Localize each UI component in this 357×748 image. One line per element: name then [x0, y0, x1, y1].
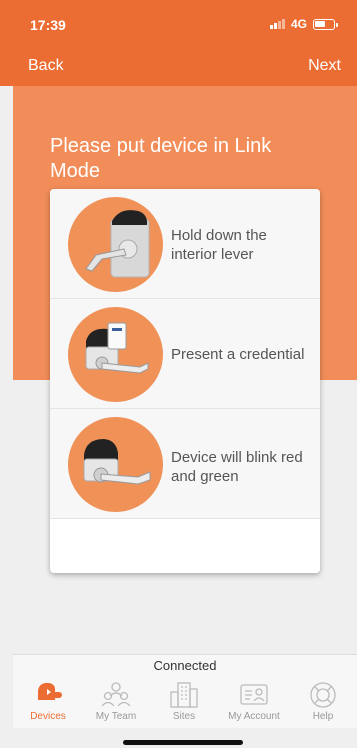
- step-item-blink: Device will blink red and green: [50, 409, 320, 519]
- status-bar: 17:39 4G: [0, 0, 357, 46]
- blink-lock-icon: [68, 417, 163, 512]
- tab-devices[interactable]: Devices: [13, 676, 83, 728]
- next-button[interactable]: Next: [308, 57, 341, 75]
- tab-my-team[interactable]: My Team: [83, 676, 149, 728]
- battery-icon: [313, 18, 338, 30]
- help-icon: [308, 680, 338, 715]
- page-title: Please put device in Link Mode: [50, 135, 272, 182]
- instructions-card: Hold down the interior lever Present a c…: [50, 189, 320, 573]
- back-button[interactable]: Back: [28, 57, 64, 75]
- lever-lock-icon: [68, 197, 163, 292]
- step-text: Device will blink red and green: [171, 449, 303, 485]
- tab-label: Sites: [172, 711, 196, 722]
- tab-bar: Devices My Team Sites My Account Help: [13, 676, 357, 728]
- devices-icon: [34, 680, 62, 711]
- sites-icon: [168, 680, 200, 713]
- credential-lock-icon: [68, 307, 163, 402]
- tab-label: My Account: [228, 711, 280, 722]
- tab-sites[interactable]: Sites: [149, 676, 219, 728]
- network-label: 4G: [290, 17, 307, 31]
- team-icon: [100, 680, 132, 713]
- step-text: Present a credential: [171, 346, 305, 363]
- status-indicators: 4G: [269, 17, 338, 31]
- status-time: 17:39: [30, 17, 66, 33]
- step-text: Hold down the interior lever: [171, 227, 267, 263]
- tab-label: Help: [312, 711, 334, 722]
- step-item-present-credential: Present a credential: [50, 299, 320, 409]
- step-item-hold-lever: Hold down the interior lever: [50, 189, 320, 299]
- tab-label: My Team: [95, 711, 137, 722]
- connection-status: Connected: [13, 654, 357, 676]
- tab-my-account[interactable]: My Account: [219, 676, 289, 728]
- home-indicator: [123, 740, 243, 745]
- tab-help[interactable]: Help: [289, 676, 357, 728]
- signal-icon: [269, 19, 285, 29]
- navigation-bar: Back Next: [0, 46, 357, 86]
- tab-label: Devices: [30, 711, 66, 722]
- account-icon: [238, 680, 270, 713]
